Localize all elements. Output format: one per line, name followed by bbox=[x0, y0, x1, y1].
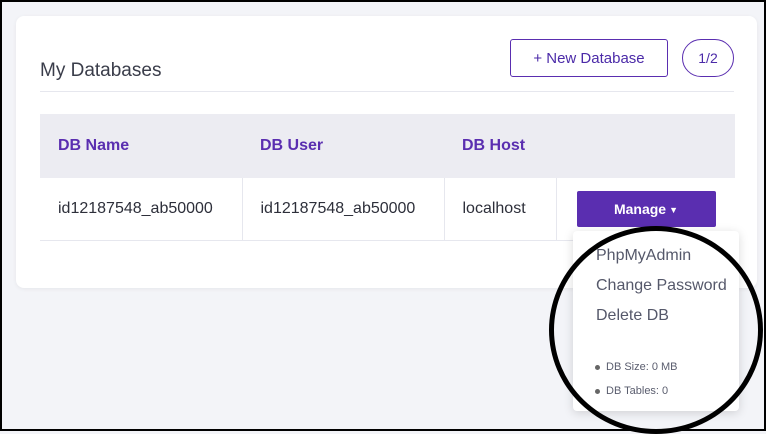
manage-button-label: Manage bbox=[613, 201, 667, 217]
caret-down-icon: ▼ bbox=[669, 205, 679, 215]
menu-item-delete-db[interactable]: Delete DB bbox=[596, 307, 669, 325]
cell-db-name: id12187548_ab50000 bbox=[40, 178, 242, 241]
bullet-icon bbox=[595, 364, 600, 370]
manage-button[interactable]: Manage ▼ bbox=[576, 191, 716, 227]
db-size-stat: DB Size: 0 MB bbox=[595, 361, 678, 373]
card-title: My Databases bbox=[40, 60, 162, 81]
db-size-label: DB Size: 0 MB bbox=[606, 361, 678, 373]
db-tables-stat: DB Tables: 0 bbox=[595, 385, 668, 397]
cell-db-user: id12187548_ab50000 bbox=[241, 178, 444, 241]
column-header-db-host: DB Host bbox=[444, 114, 556, 178]
menu-item-phpmyadmin[interactable]: PhpMyAdmin bbox=[596, 247, 691, 265]
column-header-db-name: DB Name bbox=[40, 114, 242, 178]
pagination-indicator[interactable]: 1/2 bbox=[682, 39, 734, 77]
manage-dropdown-menu: PhpMyAdmin Change Password Delete DB DB … bbox=[573, 231, 739, 411]
title-divider bbox=[40, 91, 734, 92]
column-header-actions bbox=[556, 114, 735, 178]
cell-db-host: localhost bbox=[443, 178, 556, 241]
databases-table: DB Name DB User DB Host id12187548_ab500… bbox=[40, 114, 735, 241]
column-header-db-user: DB User bbox=[242, 114, 444, 178]
db-tables-label: DB Tables: 0 bbox=[606, 385, 669, 397]
bullet-icon bbox=[595, 388, 600, 394]
table-header-row: DB Name DB User DB Host bbox=[40, 114, 735, 178]
new-database-button[interactable]: + New Database bbox=[510, 39, 668, 77]
menu-item-change-password[interactable]: Change Password bbox=[596, 277, 727, 295]
